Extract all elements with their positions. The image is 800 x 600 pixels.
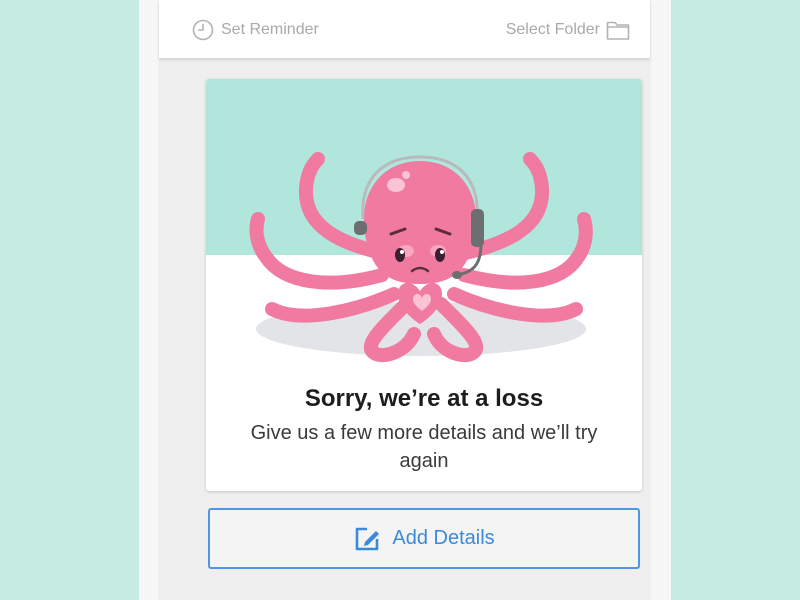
octopus-illustration	[206, 79, 642, 369]
error-message: Give us a few more details and we’ll try…	[250, 422, 598, 472]
error-title: Sorry, we’re at a loss	[304, 385, 544, 412]
app-screen: Set Reminder Select Folder Sorry, we’re …	[159, 0, 650, 600]
set-reminder-button[interactable]: Set Reminder	[192, 16, 319, 44]
phone-frame: Set Reminder Select Folder Sorry, we’re …	[139, 0, 671, 600]
clock-icon	[192, 19, 214, 41]
add-details-button[interactable]: Add Details	[208, 508, 640, 569]
edit-icon	[353, 525, 381, 553]
error-card: Sorry, we’re at a loss Give us a few mor…	[206, 79, 642, 491]
folder-icon	[606, 21, 630, 40]
add-details-label: Add Details	[392, 527, 495, 549]
toolbar: Set Reminder Select Folder	[159, 0, 650, 58]
set-reminder-label: Set Reminder	[221, 21, 319, 38]
select-folder-button[interactable]: Select Folder	[506, 16, 630, 44]
select-folder-label: Select Folder	[505, 21, 600, 38]
